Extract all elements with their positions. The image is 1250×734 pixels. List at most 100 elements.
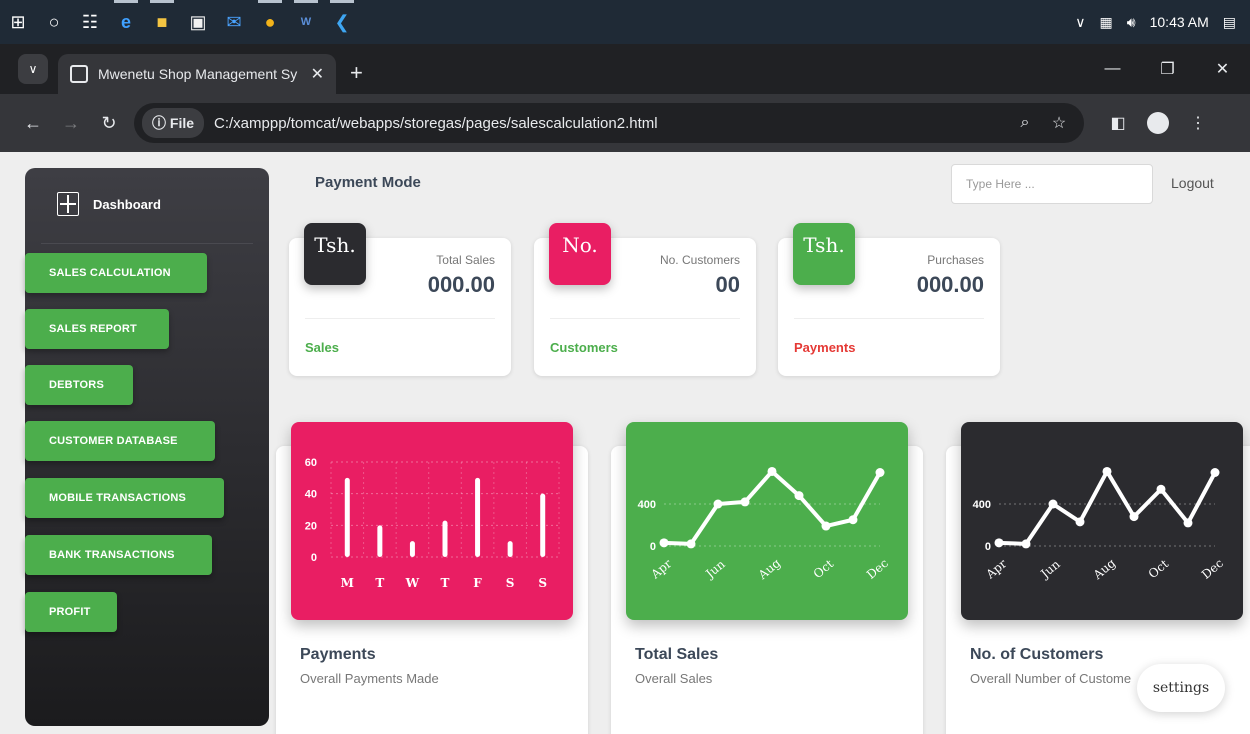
browser-tab-active[interactable]: Mwenetu Shop Management Sy ✕	[58, 54, 336, 94]
data-point	[821, 521, 831, 531]
dashboard-icon	[57, 192, 79, 216]
file-explorer-icon[interactable]: ■	[144, 0, 180, 44]
x-tick-label: Oct	[1146, 557, 1172, 582]
data-point	[794, 491, 804, 501]
data-point	[1021, 539, 1031, 549]
series-line	[663, 469, 882, 546]
edge-icon[interactable]: e	[108, 0, 144, 44]
speaker-icon[interactable]: 🔊︎	[1127, 14, 1136, 31]
address-bar[interactable]: ⓘ File C:/xamppp/tomcat/webapps/storegas…	[134, 103, 1084, 143]
bar	[507, 541, 513, 557]
site-info-chip[interactable]: ⓘ File	[142, 108, 205, 138]
x-tick-label: Jun	[1037, 557, 1063, 582]
vscode-icon[interactable]: ❮	[324, 0, 360, 44]
zoom-icon[interactable]: ⌕	[1008, 114, 1042, 132]
browser-tab-strip: ∨ Mwenetu Shop Management Sy ✕ + — ❐ ✕	[0, 44, 1250, 94]
sidebar-item-label: PROFIT	[49, 606, 91, 618]
url-text[interactable]: C:/xamppp/tomcat/webapps/storegas/pages/…	[214, 115, 1008, 132]
data-point	[713, 499, 723, 509]
chrome-icon[interactable]: ●	[252, 0, 288, 44]
data-point	[1156, 484, 1166, 494]
customers-line-chart: 0 400 Apr Jun Aug Oct Dec	[961, 422, 1243, 620]
tab-title: Mwenetu Shop Management Sy	[98, 66, 298, 82]
task-view-icon[interactable]: ☷	[72, 0, 108, 44]
stat-value: 00	[715, 272, 740, 297]
chart-title: No. of Customers	[970, 646, 1104, 663]
y-tick-label: 60	[305, 457, 317, 469]
sidebar-item-label: SALES REPORT	[49, 323, 137, 335]
stat-footer: Payments	[794, 340, 856, 355]
logout-link[interactable]: Logout	[1171, 175, 1214, 191]
data-point	[767, 466, 777, 476]
tab-search-button[interactable]: ∨	[18, 54, 48, 84]
customers-chart-svg: 0 400 Apr Jun Aug Oct Dec	[973, 466, 1226, 583]
payments-chart-svg: 0 20 40 60 M T W T F S S	[305, 457, 560, 590]
site-info-label: File	[169, 115, 195, 131]
sidebar-item-customer-database[interactable]: CUSTOMER DATABASE	[25, 421, 215, 461]
x-tick-label: Dec	[1199, 556, 1226, 582]
x-tick-label: W	[405, 576, 420, 590]
y-tick-label: 0	[650, 541, 656, 553]
stat-footer: Sales	[305, 340, 339, 355]
settings-button[interactable]: settings	[1137, 664, 1225, 712]
sidebar-item-label: MOBILE TRANSACTIONS	[49, 492, 187, 504]
clock-time[interactable]: 10:43 AM	[1150, 14, 1209, 30]
chevron-up-icon[interactable]: ∨	[1075, 14, 1085, 31]
new-tab-button[interactable]: +	[350, 60, 363, 86]
data-point	[1102, 466, 1112, 476]
forward-arrow-icon[interactable]: →	[52, 113, 90, 134]
stat-card-purchases: Tsh. Purchases 000.00 Payments	[778, 223, 1000, 376]
stat-card-total-sales: Tsh. Total Sales 000.00 Sales	[289, 223, 511, 376]
currency-badge-icon: Tsh.	[304, 223, 366, 285]
close-window-icon[interactable]: ✕	[1195, 59, 1250, 79]
notification-icon[interactable]: ▤	[1223, 14, 1236, 31]
stat-value: 000.00	[916, 272, 984, 297]
mail-icon[interactable]: ✉	[216, 0, 252, 44]
search-input[interactable]	[951, 164, 1153, 204]
sidebar-item-sales-calculation[interactable]: SALES CALCULATION	[25, 253, 207, 293]
data-point	[686, 539, 696, 549]
sidebar-item-debtors[interactable]: DEBTORS	[25, 365, 133, 405]
y-tick-label: 20	[305, 520, 317, 532]
series-line	[998, 469, 1217, 546]
word-icon[interactable]: W	[288, 0, 324, 44]
chrome-menu-icon[interactable]: ⋮	[1178, 113, 1218, 133]
sidebar-item-label: CUSTOMER DATABASE	[49, 435, 178, 447]
x-tick-label: T	[375, 576, 384, 590]
x-tick-label: Aug	[755, 556, 783, 583]
payments-bar-chart: 0 20 40 60 M T W T F S S	[291, 422, 573, 620]
sidebar-item-profit[interactable]: PROFIT	[25, 592, 117, 632]
bar	[344, 477, 350, 557]
page-favicon-icon	[70, 65, 88, 83]
page-title: Payment Mode	[315, 174, 421, 191]
x-tick-label: Apr	[983, 556, 1010, 582]
sidebar-item-mobile-transactions[interactable]: MOBILE TRANSACTIONS	[25, 478, 224, 518]
sidebar-divider	[41, 243, 253, 244]
back-arrow-icon[interactable]: ←	[14, 113, 52, 134]
x-tick-label: M	[341, 576, 354, 590]
bar	[475, 477, 481, 557]
restore-icon[interactable]: ❐	[1140, 59, 1195, 79]
y-tick-label: 40	[305, 489, 317, 501]
tab-close-icon[interactable]: ✕	[311, 64, 324, 84]
reload-icon[interactable]: ↻	[90, 113, 128, 134]
bookmark-star-icon[interactable]: ☆	[1042, 113, 1076, 133]
minimize-icon[interactable]: —	[1085, 60, 1140, 78]
store-icon[interactable]: ▣	[180, 0, 216, 44]
chart-subtitle: Overall Sales	[635, 671, 713, 686]
chart-subtitle: Overall Payments Made	[300, 671, 439, 686]
data-point	[848, 515, 858, 525]
search-circle-icon[interactable]: ○	[36, 0, 72, 44]
stat-label: Purchases	[927, 253, 984, 267]
sidebar-item-sales-report[interactable]: SALES REPORT	[25, 309, 169, 349]
profile-avatar-icon[interactable]	[1147, 112, 1169, 134]
x-tick-label: S	[538, 576, 547, 590]
y-tick-label: 0	[311, 552, 317, 564]
network-icon[interactable]: ▦	[1100, 14, 1113, 31]
bar	[442, 520, 448, 557]
sidebar-item-bank-transactions[interactable]: BANK TRANSACTIONS	[25, 535, 212, 575]
windows-start-icon[interactable]: ⊞	[0, 0, 36, 44]
data-point	[1210, 468, 1220, 477]
side-panel-icon[interactable]: ◧	[1098, 113, 1138, 133]
sidebar-brand[interactable]: Dashboard	[57, 192, 161, 216]
